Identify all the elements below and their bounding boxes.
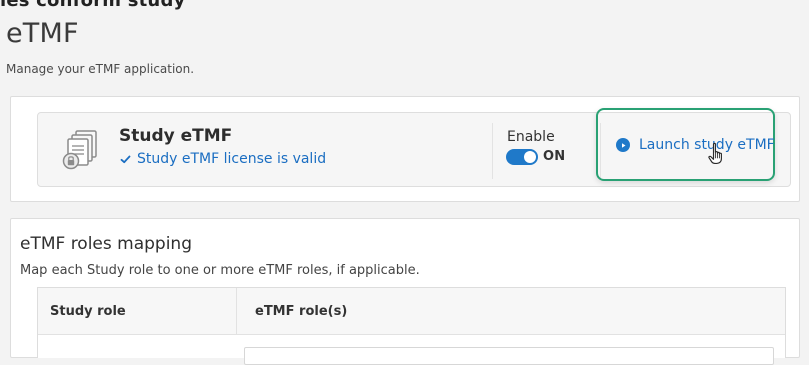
study-role-column-header: Study role — [50, 304, 126, 319]
roles-mapping-title: eTMF roles mapping — [20, 234, 193, 254]
license-status: Study eTMF license is valid — [119, 151, 326, 167]
toggle-knob — [524, 151, 536, 163]
enable-divider — [492, 123, 493, 179]
etmf-roles-column-header: eTMF role(s) — [255, 304, 348, 319]
page-title: eTMF — [6, 18, 79, 49]
toggle-state-text: ON — [543, 149, 566, 164]
study-etmf-title: Study eTMF — [119, 126, 233, 146]
table-row — [38, 335, 785, 365]
top-cropped-text: ies conform study — [0, 0, 186, 11]
roles-mapping-description: Map each Study role to one or more eTMF … — [20, 263, 420, 278]
roles-mapping-table: Study role eTMF role(s) — [37, 287, 786, 365]
etmf-document-lock-icon — [62, 130, 97, 170]
launch-study-etmf-label: Launch study eTMF — [639, 137, 775, 153]
check-icon — [119, 153, 131, 165]
play-icon — [616, 138, 630, 152]
license-text: Study eTMF license is valid — [137, 151, 327, 167]
etmf-role-selector[interactable] — [244, 347, 774, 365]
enable-toggle[interactable] — [506, 149, 538, 165]
page-subtitle: Manage your eTMF application. — [6, 62, 195, 76]
launch-study-etmf-button[interactable]: Launch study eTMF — [616, 137, 775, 153]
etmf-roles-mapping-card: eTMF roles mapping Map each Study role t… — [10, 218, 800, 365]
enable-label: Enable — [507, 129, 555, 145]
